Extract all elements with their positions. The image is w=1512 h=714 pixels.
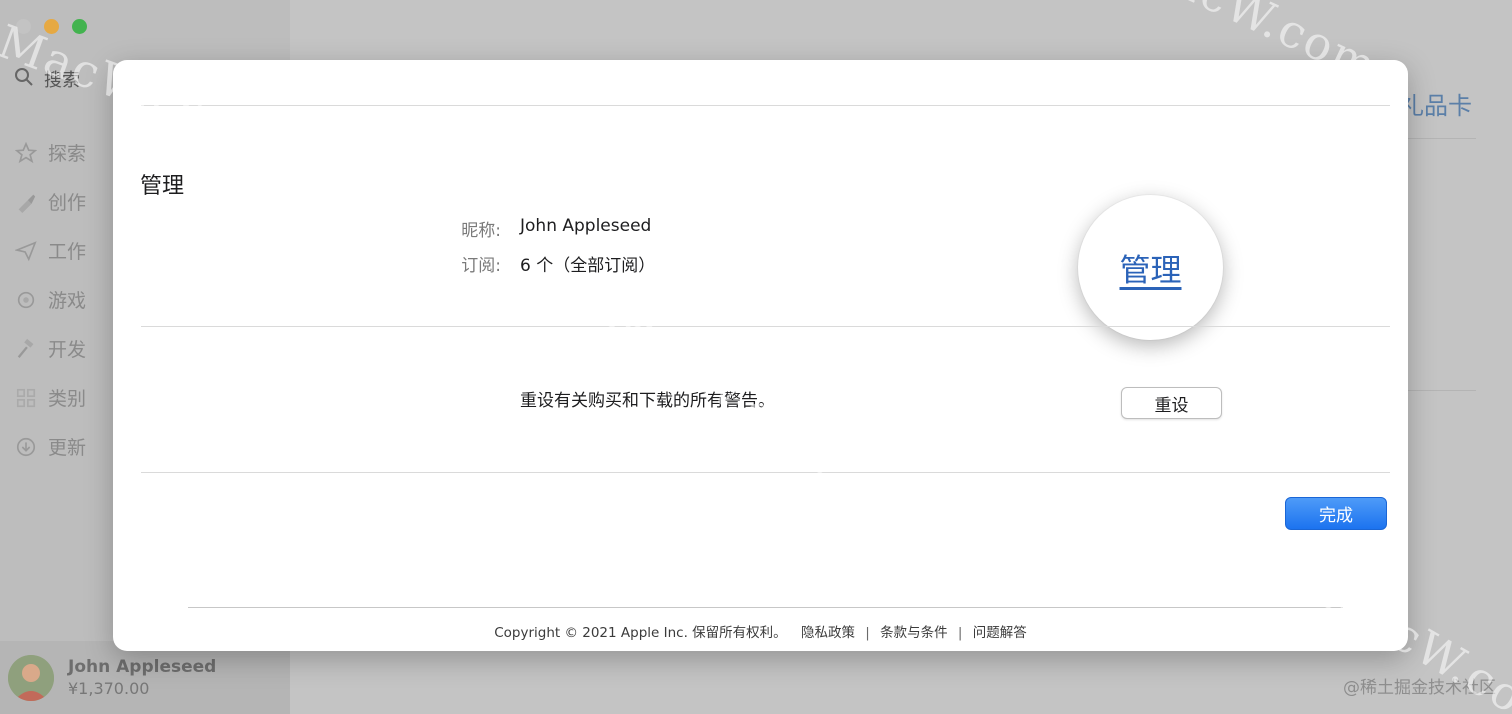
copyright-text: Copyright © 2021 Apple Inc. 保留所有权利。 xyxy=(494,625,787,641)
window-controls xyxy=(16,19,87,34)
divider xyxy=(141,105,1390,106)
sidebar-item-label: 工作 xyxy=(48,241,87,263)
sidebar-item-label: 探索 xyxy=(48,143,87,165)
sidebar-item-label: 创作 xyxy=(48,192,87,214)
download-icon xyxy=(14,435,38,459)
footer: Copyright © 2021 Apple Inc. 保留所有权利。 隐私政策… xyxy=(113,621,1408,641)
reset-button[interactable]: 重设 xyxy=(1121,387,1222,419)
sidebar-search-label: 搜索 xyxy=(44,70,80,91)
sidebar-item-categories[interactable]: 类别 xyxy=(14,373,86,422)
divider xyxy=(141,472,1390,473)
gift-card-link[interactable]: 礼品卡 xyxy=(1400,86,1472,121)
subscriptions-value: 6 个（全部订阅） xyxy=(520,256,656,276)
sidebar-item-create[interactable]: 创作 xyxy=(14,177,86,226)
sidebar-search[interactable]: 搜索 xyxy=(14,66,80,92)
sidebar-nav: 探索 创作 工作 游戏 开发 类别 更新 xyxy=(14,128,86,471)
sidebar-item-label: 开发 xyxy=(48,339,87,361)
close-window-button[interactable] xyxy=(16,19,31,34)
sidebar-item-games[interactable]: 游戏 xyxy=(14,275,86,324)
sidebar-item-discover[interactable]: 探索 xyxy=(14,128,86,177)
sidebar-item-develop[interactable]: 开发 xyxy=(14,324,86,373)
watermark-bottom: @稀土掘金技术社区 xyxy=(1343,678,1496,698)
manage-subscriptions-link[interactable]: 管理 xyxy=(1078,195,1223,340)
sidebar-item-label: 游戏 xyxy=(48,290,87,312)
footer-separator: | xyxy=(957,625,963,641)
account-balance: ¥1,370.00 xyxy=(68,679,150,698)
account-settings-modal: 管理 昵称: John Appleseed 订阅: 6 个（全部订阅） 管理 重… xyxy=(113,60,1408,651)
rocket-icon xyxy=(14,288,38,312)
sidebar-item-label: 更新 xyxy=(48,437,87,459)
terms-link[interactable]: 条款与条件 xyxy=(880,625,948,641)
divider xyxy=(141,326,1390,327)
avatar xyxy=(8,654,54,701)
star-icon xyxy=(14,141,38,165)
grid-icon xyxy=(14,386,38,410)
zoom-window-button[interactable] xyxy=(72,19,87,34)
sidebar-account[interactable]: John Appleseed ¥1,370.00 xyxy=(0,641,290,714)
nickname-value: John Appleseed xyxy=(520,216,652,236)
paper-plane-icon xyxy=(14,239,38,263)
footer-divider xyxy=(188,607,1343,608)
brush-icon xyxy=(14,190,38,214)
sidebar-item-label: 类别 xyxy=(48,388,87,410)
hammer-icon xyxy=(14,337,38,361)
nickname-label: 昵称: xyxy=(461,221,501,241)
account-name: John Appleseed xyxy=(68,657,217,677)
sidebar-item-updates[interactable]: 更新 xyxy=(14,422,86,471)
manage-link-label: 管理 xyxy=(1119,253,1182,289)
privacy-policy-link[interactable]: 隐私政策 xyxy=(801,625,855,641)
reset-warnings-text: 重设有关购买和下载的所有警告。 xyxy=(520,391,775,411)
minimize-window-button[interactable] xyxy=(44,19,59,34)
section-title: 管理 xyxy=(140,174,185,199)
sidebar-item-work[interactable]: 工作 xyxy=(14,226,86,275)
done-button[interactable]: 完成 xyxy=(1285,497,1387,530)
faq-link[interactable]: 问题解答 xyxy=(973,625,1027,641)
subscriptions-label: 订阅: xyxy=(461,256,501,276)
footer-separator: | xyxy=(865,625,870,641)
search-icon xyxy=(14,67,34,92)
